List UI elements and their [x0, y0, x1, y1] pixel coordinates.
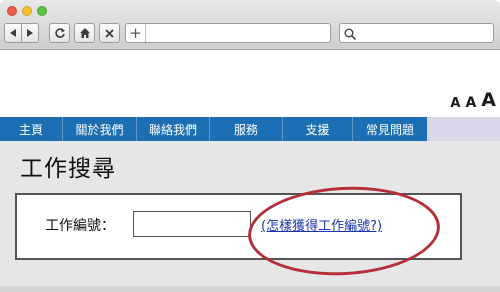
address-bar[interactable]: +	[125, 23, 331, 43]
web-page: A A A 主頁 關於我們 聯絡我們 服務 支援 常見問題 工作搜尋 工作編號：…	[0, 51, 500, 292]
page-title: 工作搜尋	[20, 156, 116, 182]
search-icon	[344, 26, 357, 45]
reload-icon	[54, 28, 65, 38]
forward-button[interactable]	[21, 23, 39, 43]
arrow-left-icon	[10, 29, 16, 37]
nav-item-about[interactable]: 關於我們	[63, 117, 137, 141]
home-icon	[79, 28, 90, 38]
job-number-label: 工作編號：	[45, 218, 115, 234]
job-number-input[interactable]	[133, 211, 251, 237]
minimize-window-button[interactable]	[22, 6, 32, 16]
close-icon	[105, 28, 114, 38]
arrow-right-icon	[27, 29, 33, 37]
close-window-button[interactable]	[7, 6, 17, 16]
browser-search-input[interactable]	[339, 23, 494, 43]
window-bottom-edge	[0, 286, 500, 292]
nav-item-services[interactable]: 服務	[210, 117, 283, 141]
zoom-window-button[interactable]	[37, 6, 47, 16]
back-button[interactable]	[4, 23, 22, 43]
main-content: 工作搜尋 工作編號： (怎樣獲得工作編號?)	[0, 141, 500, 292]
stop-button[interactable]	[99, 23, 120, 43]
add-tab-button[interactable]: +	[126, 24, 146, 42]
browser-toolbar: +	[0, 0, 500, 50]
home-button[interactable]	[74, 23, 95, 43]
font-size-controls: A A A	[450, 91, 496, 111]
nav-item-support[interactable]: 支援	[283, 117, 353, 141]
nav-item-home[interactable]: 主頁	[0, 117, 63, 141]
main-nav: 主頁 關於我們 聯絡我們 服務 支援 常見問題	[0, 117, 500, 141]
font-size-medium-button[interactable]: A	[465, 96, 476, 110]
job-search-panel: 工作編號： (怎樣獲得工作編號?)	[15, 193, 462, 260]
nav-item-faq[interactable]: 常見問題	[353, 117, 427, 141]
font-size-small-button[interactable]: A	[450, 97, 460, 110]
reload-button[interactable]	[49, 23, 70, 43]
nav-item-contact[interactable]: 聯絡我們	[137, 117, 210, 141]
font-size-large-button[interactable]: A	[481, 91, 496, 110]
browser-window: + A A A 主頁 關於我們 聯絡我們 服務 支援 常見問題 工作搜尋 工作編…	[0, 0, 500, 292]
job-number-help-link[interactable]: (怎樣獲得工作編號?)	[261, 215, 382, 234]
